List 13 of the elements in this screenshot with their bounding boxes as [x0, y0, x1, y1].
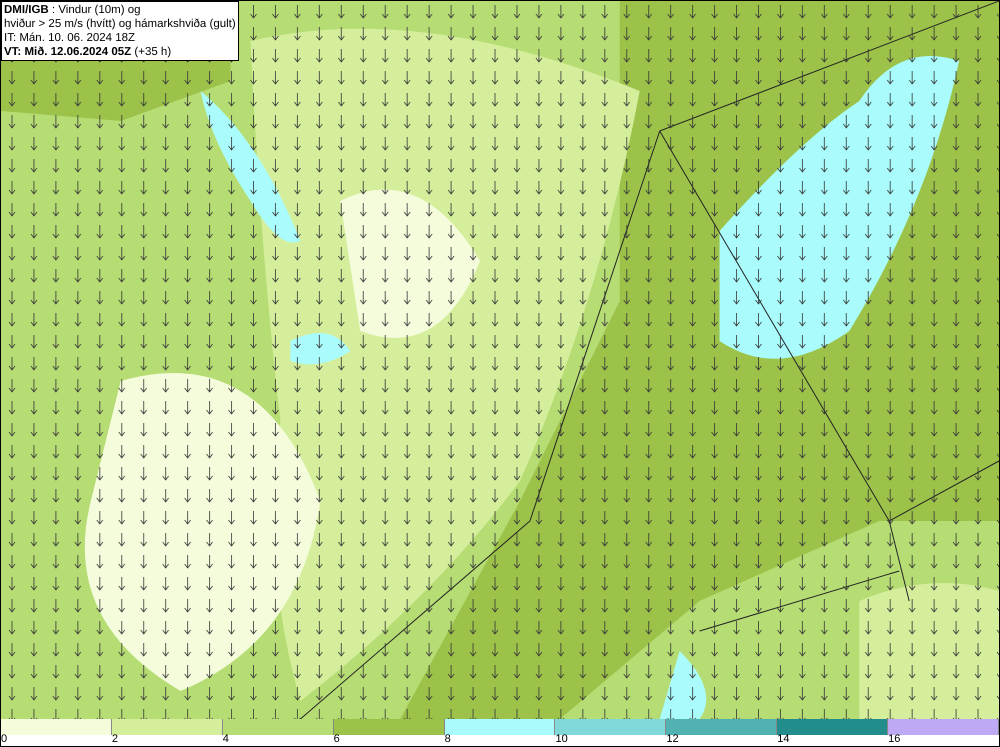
info-text: IT: Mán. 10. 06. 2024 18Z: [4, 31, 136, 45]
info-text: VT: Mið. 12.06.2024 05Z (+35 h): [4, 45, 172, 59]
legend-label: 8: [444, 733, 451, 746]
info-text: hviður > 25 m/s (hvítt) og hámarkshviða (gult): [4, 17, 236, 31]
legend-label: 0: [1, 733, 8, 746]
info-text: DMI/IGB : Vindur (10m) og: [4, 3, 142, 17]
legend-label: 4: [222, 733, 229, 746]
legend-label: 14: [777, 733, 790, 746]
legend-label: 10: [555, 733, 568, 746]
legend-label: 2: [112, 733, 118, 746]
legend-label: 6: [334, 733, 340, 746]
legend-label: 16: [888, 733, 900, 746]
legend-label: 12: [666, 733, 679, 746]
